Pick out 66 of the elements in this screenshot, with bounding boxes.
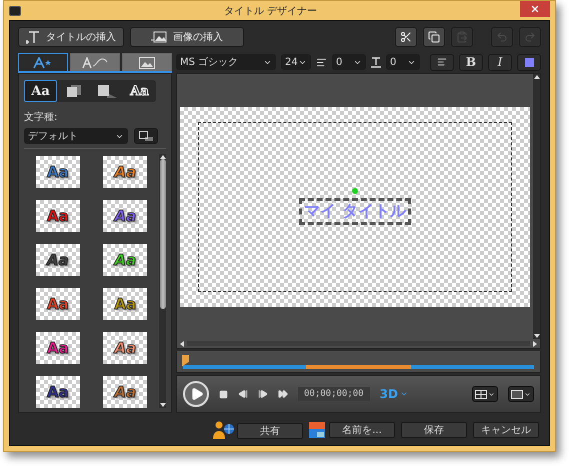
panel-tab[interactable] (70, 53, 120, 71)
line-spacing-field[interactable]: 0 (332, 54, 366, 70)
align-dropdown[interactable] (430, 54, 454, 70)
insert-button[interactable]: タイトルの挿入 (18, 27, 124, 47)
glow-icon (96, 84, 116, 98)
preset-icon (139, 131, 153, 141)
footer-button[interactable]: 保存 (401, 422, 467, 438)
next-frame-button[interactable] (258, 389, 268, 399)
italic-button[interactable]: I (488, 54, 512, 70)
char-spacing-field[interactable]: 0 (386, 54, 420, 70)
type-label: 文字種: (24, 110, 58, 124)
toolbar-button[interactable] (423, 27, 445, 47)
shadow-icon (66, 84, 82, 98)
screen-icon (511, 390, 523, 398)
person-globe-icon (213, 421, 237, 439)
text-style-icon (33, 56, 53, 68)
mode-button[interactable]: Aa (123, 80, 156, 102)
image-insert-icon (151, 31, 167, 43)
text-path-icon (82, 56, 108, 68)
size-dropdown[interactable]: 24 (281, 54, 311, 70)
paste-icon (456, 31, 468, 43)
picture-frame-icon (139, 56, 155, 68)
footer-button[interactable]: 共有 (237, 423, 303, 439)
previous-frame-button[interactable] (238, 389, 248, 399)
mode-button[interactable]: Aa (24, 80, 57, 102)
fast-forward-button[interactable] (278, 389, 288, 399)
undo-icon (496, 31, 508, 43)
app-icon (9, 6, 21, 16)
footer-button[interactable]: 名前を... (329, 422, 395, 438)
close-button[interactable] (520, 1, 550, 17)
style-thumbnail[interactable]: Aa (36, 244, 80, 276)
close-icon (530, 4, 540, 14)
scrollbar[interactable] (159, 154, 166, 408)
caret-icon (488, 390, 495, 398)
type-dropdown[interactable]: デフォルト (24, 128, 128, 144)
caret-icon (400, 390, 408, 398)
copy-icon (428, 31, 440, 43)
line-spacing-icon (316, 56, 327, 68)
scissors-icon (400, 31, 412, 43)
stop-button[interactable] (219, 390, 228, 398)
panel-tab[interactable] (18, 53, 68, 71)
play-icon (190, 387, 204, 401)
footer-button[interactable]: キャンセル (473, 422, 539, 438)
text-insert-icon (26, 30, 40, 44)
char-spacing-icon (371, 56, 381, 68)
color-button[interactable] (517, 54, 541, 70)
grid-view-button[interactable] (472, 386, 498, 402)
redo-icon (524, 31, 536, 43)
align-left-icon (437, 57, 447, 67)
scrollbar[interactable] (533, 74, 540, 339)
insert-button[interactable]: 画像の挿入 (130, 27, 244, 47)
grid-icon (475, 390, 487, 398)
timecode: 00;00;00;00 (298, 387, 370, 401)
window-title: タイトル デザイナー (224, 4, 318, 18)
caret-icon (524, 390, 531, 398)
play-button[interactable] (183, 381, 209, 407)
font-dropdown[interactable]: MS ゴシック (176, 54, 276, 70)
aspect-button[interactable] (508, 386, 534, 402)
rotate-handle[interactable] (352, 188, 358, 194)
bold-button[interactable]: B (459, 54, 483, 70)
toolbar-button[interactable] (395, 27, 417, 47)
preset-button[interactable] (134, 128, 158, 144)
save-as-icon (309, 422, 325, 438)
style-thumbnail[interactable]: Aa (36, 376, 80, 408)
panel-tab[interactable] (122, 53, 172, 71)
playhead[interactable] (182, 354, 189, 366)
